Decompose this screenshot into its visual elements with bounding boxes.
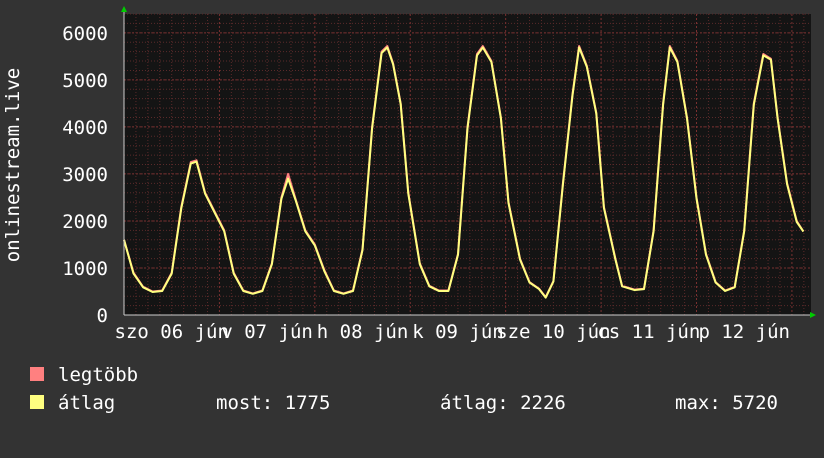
y-tick-label: 2000 [62, 211, 108, 233]
legend-swatch-avg [30, 395, 44, 409]
legend-label: átlag [58, 392, 116, 414]
y-tick-label: 0 [97, 305, 108, 327]
x-tick-label: sze 10 jún [496, 321, 610, 343]
y-tick-label: 4000 [62, 117, 108, 139]
y-tick-label: 5000 [62, 70, 108, 92]
legend-label: legtöbb [58, 364, 139, 386]
x-tick-label: cs 11 jún [597, 321, 700, 343]
x-tick-label: h 08 jún [317, 321, 409, 343]
stat-average: átlag: 2226 [440, 392, 566, 414]
x-tick-label: p 12 jún [698, 321, 790, 343]
y-tick-label: 6000 [62, 23, 108, 45]
stat-now: most: 1775 [216, 392, 331, 414]
y-tick-labels: 0 1000 2000 3000 4000 5000 6000 [62, 23, 108, 327]
y-tick-label: 3000 [62, 164, 108, 186]
x-axis-arrow-icon [810, 312, 816, 318]
legend-swatch-max [30, 367, 44, 381]
x-tick-label: szo 06 jún [115, 321, 229, 343]
line-chart: 0 1000 2000 3000 4000 5000 6000 szo 06 júnv 07… [2, 6, 816, 343]
legend-item-avg: átlag [30, 392, 115, 458]
y-axis-arrow-icon [121, 6, 127, 12]
stat-max: max: 5720 [675, 392, 778, 414]
x-tick-labels: szo 06 júnv 07 jún h 08 jún k 09 júnsze 10… [115, 321, 790, 343]
x-tick-label: v 07 jún [221, 321, 313, 343]
y-axis-label: onlinestream.live [2, 68, 24, 262]
y-tick-label: 1000 [62, 258, 108, 280]
x-tick-label: k 09 jún [412, 321, 504, 343]
